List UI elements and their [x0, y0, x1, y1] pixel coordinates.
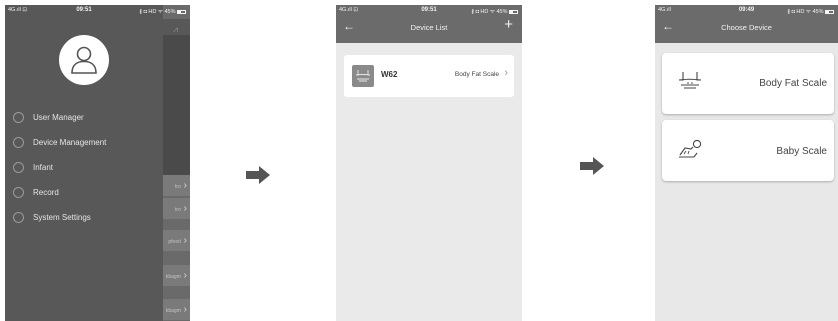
device-list-item[interactable]: W62 Body Fat Scale ›: [344, 55, 514, 97]
header-bar: 4G.ıll 09:49 ∦ ◘ HD ᯤ 45% ← Choose Devic…: [655, 5, 838, 43]
list-row-peek: kbagm ›: [163, 265, 190, 287]
user-circle-icon: [13, 111, 24, 123]
option-baby-scale[interactable]: Baby Scale: [662, 120, 834, 181]
device-list-screen: 4G.ıll ⊡ 09:51 ∦ ◘ HD ᯤ 45% ← Device Lis…: [336, 5, 522, 321]
device-type: Body Fat Scale: [454, 71, 499, 78]
menu-item-record[interactable]: Record: [13, 184, 59, 200]
baby-scale-icon: [679, 139, 702, 158]
person-icon: [71, 46, 97, 74]
scale-thumbnail: [352, 65, 374, 87]
device-name: W62: [381, 70, 398, 79]
page-title: Choose Device: [721, 23, 772, 32]
status-bar: 4G.ıll ⊡ 09:51 ∦ ◘ HD ᯤ 45%: [336, 5, 522, 16]
arrow-right-icon: [580, 157, 604, 175]
list-row-peek: kbagm ›: [163, 299, 190, 321]
option-label: Baby Scale: [776, 146, 827, 157]
list-row-peek: pfeed ›: [163, 230, 190, 252]
chevron-right-icon: ›: [504, 67, 508, 79]
menu-item-device-management[interactable]: Device Management: [13, 134, 106, 150]
status-bar: 4G.ıll 09:49 ∦ ◘ HD ᯤ 45%: [655, 5, 838, 16]
background-page: ⩘ tro › tro › pfeed › kbagm › kbagm ›: [163, 5, 190, 321]
body-fat-scale-icon: [678, 72, 702, 89]
settings-icon: [13, 211, 24, 223]
header-bar: 4G.ıll ⊡ 09:51 ∦ ◘ HD ᯤ 45% ← Device Lis…: [336, 5, 522, 43]
infant-icon: [13, 161, 24, 173]
status-icons: ∦ ◘ HD ᯤ 45%: [139, 7, 186, 15]
status-icons: ∦ ◘ HD ᯤ 45%: [787, 7, 834, 15]
chart-icon[interactable]: ⩘: [173, 24, 178, 35]
arrow-right-icon: [246, 166, 270, 184]
side-drawer: 4G.ıll ⊡ 09:51 User Manager Device Manag…: [5, 5, 163, 321]
option-label: Body Fat Scale: [759, 78, 827, 89]
add-device-button[interactable]: +: [504, 16, 513, 33]
body-fat-scale-icon: [355, 70, 371, 82]
battery-icon: [177, 9, 186, 14]
status-icons: ∦ ◘ HD ᯤ 45%: [471, 7, 518, 15]
record-icon: [13, 186, 24, 198]
list-row-peek: tro ›: [163, 198, 190, 220]
battery-icon: [825, 9, 834, 14]
menu-item-user-manager[interactable]: User Manager: [13, 109, 84, 125]
battery-icon: [509, 9, 518, 14]
avatar[interactable]: [59, 35, 109, 85]
menu-item-infant[interactable]: Infant: [13, 159, 53, 175]
menu-item-system-settings[interactable]: System Settings: [13, 209, 91, 225]
page-title: Device List: [410, 23, 448, 32]
drawer-screen: ⩘ tro › tro › pfeed › kbagm › kbagm › 4G…: [5, 5, 190, 321]
device-icon: [13, 136, 24, 148]
option-body-fat-scale[interactable]: Body Fat Scale: [662, 53, 834, 114]
list-row-peek: tro ›: [163, 175, 190, 197]
choose-device-screen: 4G.ıll 09:49 ∦ ◘ HD ᯤ 45% ← Choose Devic…: [655, 5, 838, 321]
